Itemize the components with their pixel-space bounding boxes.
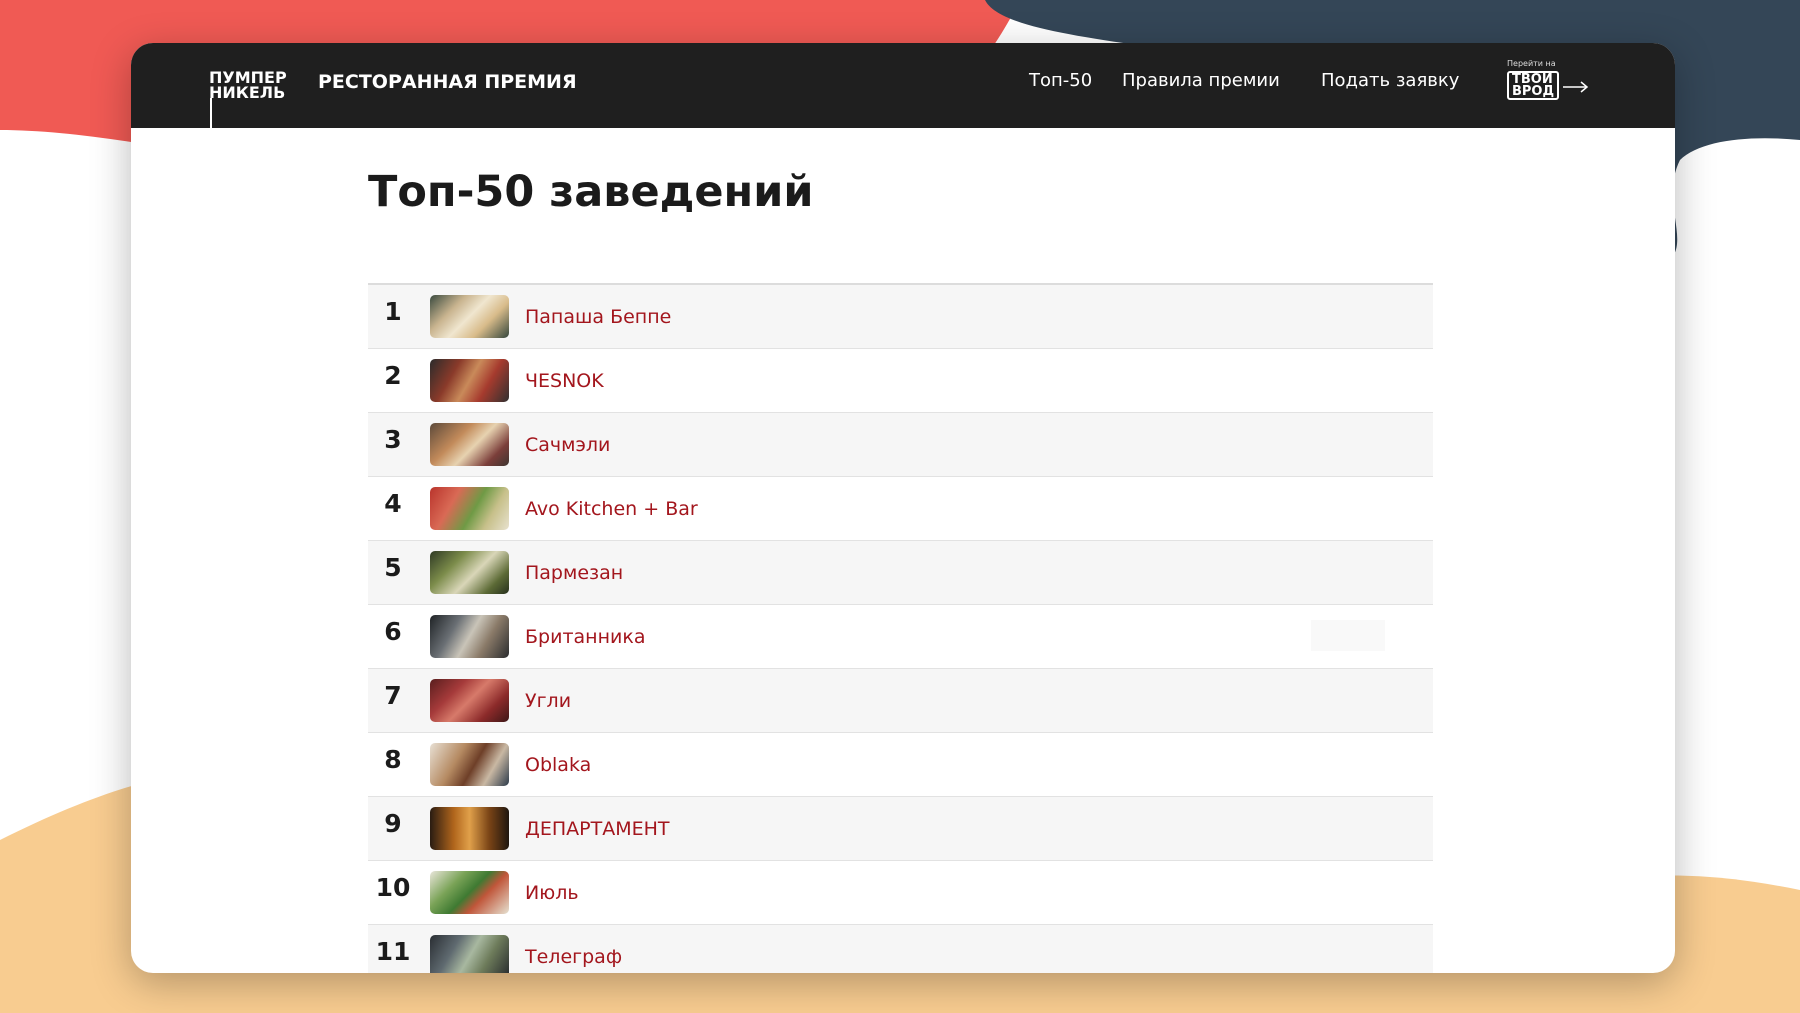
pumpernickel-logo[interactable]: ПУМПЕР НИКЕЛЬ xyxy=(209,70,304,128)
restaurant-name[interactable]: Британника xyxy=(525,626,645,648)
list-item[interactable]: 2 ЧЕSNOK xyxy=(368,349,1433,413)
restaurant-photo xyxy=(430,487,509,530)
restaurant-name[interactable]: Пармезан xyxy=(525,562,623,584)
main-card: ПУМПЕР НИКЕЛЬ РЕСТОРАННАЯ ПРЕМИЯ Топ-50 … xyxy=(131,43,1675,973)
restaurant-photo xyxy=(430,359,509,402)
restaurant-name[interactable]: ДЕПАРТАМЕНТ xyxy=(525,818,670,840)
rank-number: 4 xyxy=(384,489,402,518)
rank-number: 7 xyxy=(384,681,402,710)
brand-title[interactable]: РЕСТОРАННАЯ ПРЕМИЯ xyxy=(318,71,577,93)
site-header: ПУМПЕР НИКЕЛЬ РЕСТОРАННАЯ ПРЕМИЯ Топ-50 … xyxy=(131,43,1675,128)
nav-apply-link[interactable]: Подать заявку xyxy=(1321,70,1459,91)
restaurant-name[interactable]: ЧЕSNOK xyxy=(525,370,604,392)
list-item[interactable]: 3 Сачмэли xyxy=(368,413,1433,477)
restaurant-photo xyxy=(430,743,509,786)
restaurant-name[interactable]: Oblaka xyxy=(525,754,591,776)
restaurant-photo xyxy=(430,295,509,338)
restaurant-name[interactable]: Сачмэли xyxy=(525,434,610,456)
list-item[interactable]: 10 Июль xyxy=(368,861,1433,925)
list-item[interactable]: 5 Пармезан xyxy=(368,541,1433,605)
restaurant-photo xyxy=(430,615,509,658)
rank-number: 3 xyxy=(384,425,402,454)
rank-number: 9 xyxy=(384,809,402,838)
partner-logo-text-2: ВРОД xyxy=(1512,84,1555,99)
list-item[interactable]: 6 Британника xyxy=(368,605,1433,669)
restaurant-list: 1 Папаша Беппе 2 ЧЕSNOK 3 Сачмэли 4 Avo … xyxy=(368,283,1433,973)
list-item[interactable]: 9 ДЕПАРТАМЕНТ xyxy=(368,797,1433,861)
partner-logo: ТВОИ ВРОД xyxy=(1507,71,1559,100)
restaurant-name[interactable]: Папаша Беппе xyxy=(525,306,671,328)
restaurant-photo xyxy=(430,679,509,722)
list-item[interactable]: 7 Угли xyxy=(368,669,1433,733)
partner-link[interactable]: Перейти на ТВОИ ВРОД xyxy=(1507,59,1597,113)
list-item[interactable]: 11 Телеграф xyxy=(368,925,1433,973)
restaurant-photo xyxy=(430,871,509,914)
restaurant-name[interactable]: Avo Kitchen + Bar xyxy=(525,498,698,520)
restaurant-name[interactable]: Угли xyxy=(525,690,571,712)
list-item[interactable]: 4 Avo Kitchen + Bar xyxy=(368,477,1433,541)
logo-bar xyxy=(210,98,212,128)
partner-caption: Перейти на xyxy=(1507,59,1556,68)
rank-number: 10 xyxy=(375,873,411,902)
rank-number: 8 xyxy=(384,745,402,774)
list-item[interactable]: 8 Oblaka xyxy=(368,733,1433,797)
restaurant-photo xyxy=(430,935,509,973)
list-item[interactable]: 1 Папаша Беппе xyxy=(368,285,1433,349)
logo-line-2: НИКЕЛЬ xyxy=(209,83,286,102)
restaurant-photo xyxy=(430,807,509,850)
restaurant-name[interactable]: Телеграф xyxy=(525,946,622,968)
restaurant-photo xyxy=(430,423,509,466)
page-title: Топ-50 заведений xyxy=(368,167,814,217)
nav-rules-link[interactable]: Правила премии xyxy=(1122,70,1280,91)
restaurant-photo xyxy=(430,551,509,594)
arrow-right-icon xyxy=(1563,81,1589,93)
rank-number: 11 xyxy=(375,937,411,966)
restaurant-name[interactable]: Июль xyxy=(525,882,579,904)
rank-number: 1 xyxy=(384,297,402,326)
rank-number: 6 xyxy=(384,617,402,646)
rank-number: 5 xyxy=(384,553,402,582)
placeholder-block xyxy=(1311,620,1385,651)
nav-top50-link[interactable]: Топ-50 xyxy=(1029,70,1092,91)
rank-number: 2 xyxy=(384,361,402,390)
